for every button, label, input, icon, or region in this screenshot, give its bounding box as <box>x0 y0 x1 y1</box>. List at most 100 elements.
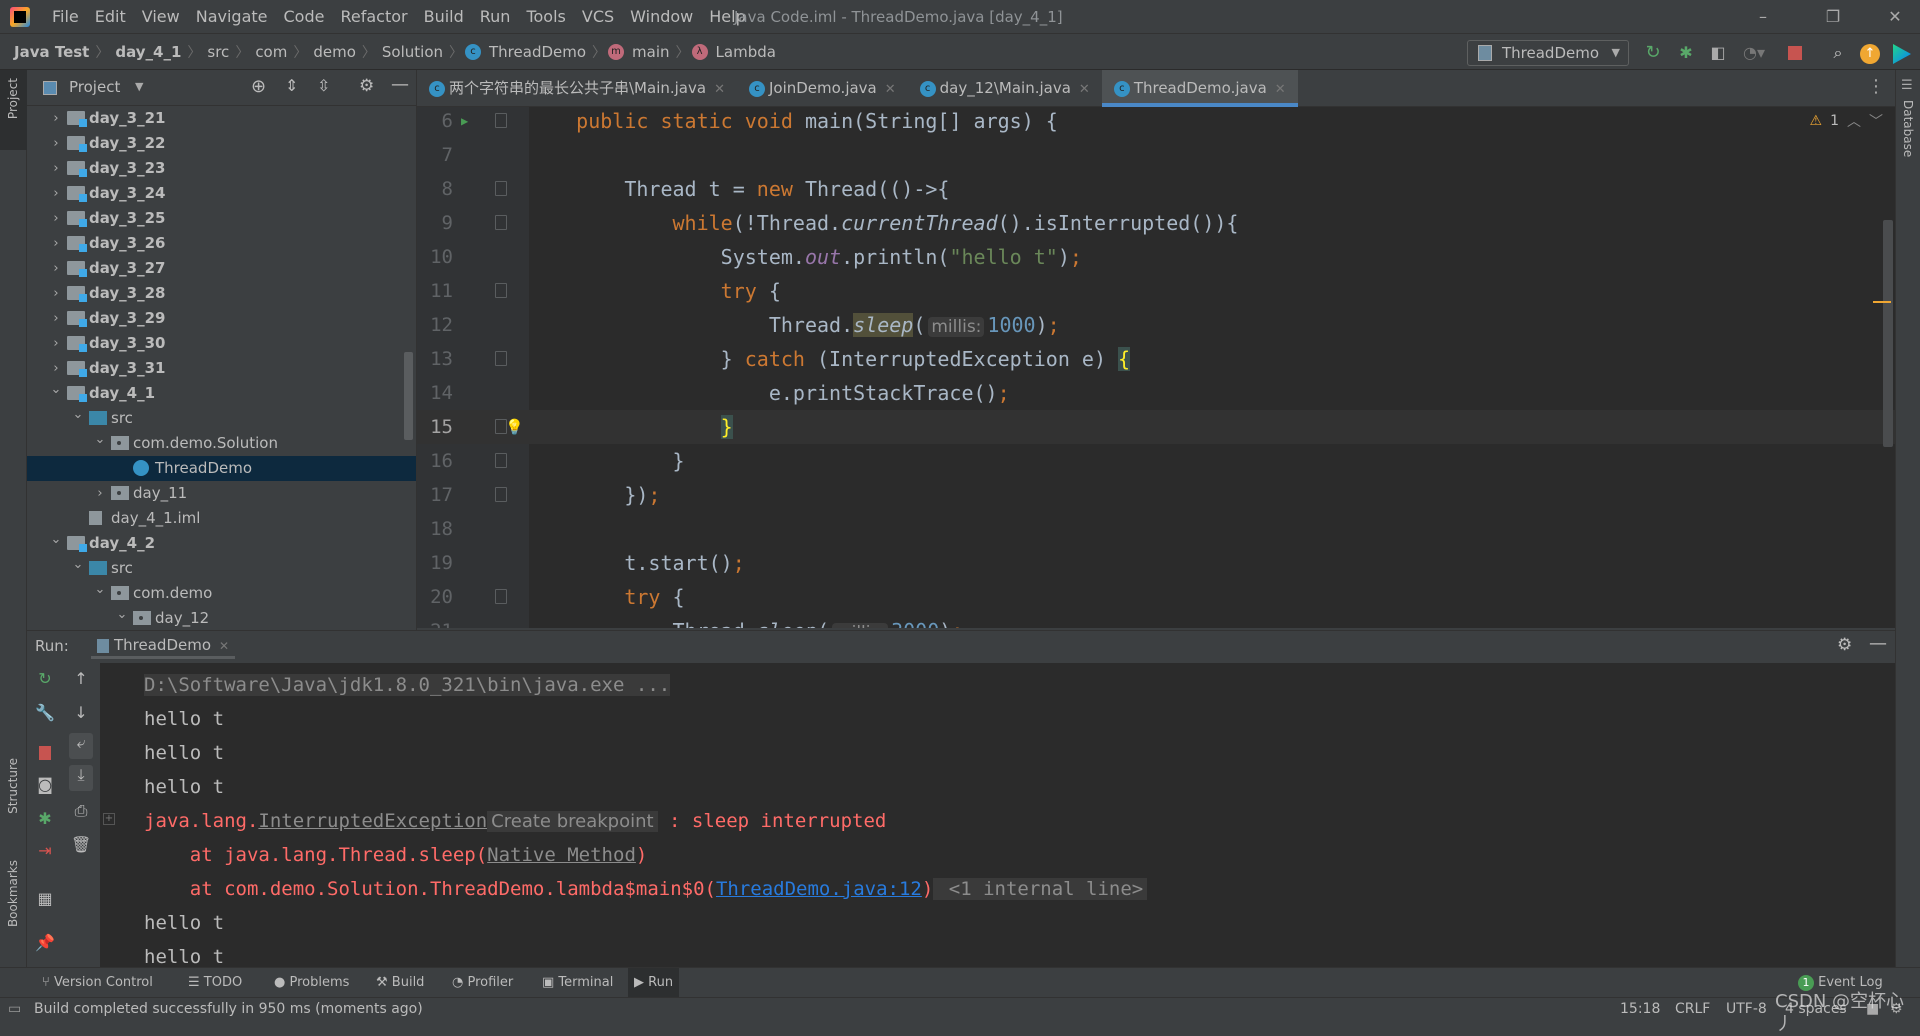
code-editor[interactable]: 6 ▶ public static void main(String[] args… <box>417 107 1895 628</box>
code-line[interactable]: 15 💡 } <box>417 410 1895 444</box>
code-line[interactable]: 20 try { <box>417 580 1895 614</box>
tree-item[interactable]: ⌄ day_4_2 <box>27 531 416 556</box>
tree-item[interactable]: › day_3_29 <box>27 306 416 331</box>
fold-marker-icon[interactable] <box>495 487 507 502</box>
code-line[interactable]: 11 try { <box>417 274 1895 308</box>
soft-wrap-icon[interactable]: ⤶ <box>69 733 93 759</box>
chevron-down-icon[interactable]: ⌄ <box>115 602 129 627</box>
menu-window[interactable]: Window <box>622 0 701 34</box>
code-line[interactable]: 18 <box>417 512 1895 546</box>
file-encoding[interactable]: UTF-8 <box>1726 998 1767 1021</box>
coverage-icon[interactable]: ◧ <box>1707 42 1729 64</box>
exit-icon[interactable]: ⇥ <box>35 841 55 861</box>
tree-item[interactable]: › day_3_25 <box>27 206 416 231</box>
chevron-right-icon[interactable]: › <box>49 331 63 356</box>
locate-icon[interactable]: ⊕ <box>251 76 266 97</box>
chevron-right-icon[interactable]: › <box>49 256 63 281</box>
breadcrumb-lambda[interactable]: Lambda <box>712 34 780 70</box>
rerun-icon[interactable]: ↻ <box>1642 42 1664 64</box>
tree-item[interactable]: › day_3_26 <box>27 231 416 256</box>
run-configuration-dropdown[interactable]: ThreadDemo ▼ <box>1467 40 1629 66</box>
lightbulb-icon[interactable]: 💡 <box>505 410 524 444</box>
stacktrace-link[interactable]: ThreadDemo.java:12 <box>716 878 922 900</box>
debug-icon[interactable]: ✱ <box>1675 42 1697 64</box>
menu-view[interactable]: View <box>134 0 188 34</box>
create-breakpoint-hint[interactable]: Create breakpoint <box>487 811 658 832</box>
menu-tools[interactable]: Tools <box>518 0 573 34</box>
tree-item[interactable]: › day_3_30 <box>27 331 416 356</box>
run-tab-threaddemo[interactable]: ThreadDemo ✕ <box>91 631 236 659</box>
chevron-right-icon[interactable]: › <box>49 181 63 206</box>
tool-run[interactable]: ▶ Run <box>628 968 680 998</box>
project-tool-button[interactable]: Project <box>0 70 27 150</box>
console-text[interactable]: InterruptedException <box>258 810 487 832</box>
minimize-button[interactable]: – <box>1740 0 1786 34</box>
tree-item[interactable]: › day_3_22 <box>27 131 416 156</box>
breadcrumb-class[interactable]: ThreadDemo <box>485 34 590 70</box>
menu-vcs[interactable]: VCS <box>574 0 622 34</box>
arrow-down-icon[interactable]: ↓ <box>71 703 91 723</box>
code-line[interactable]: 21 Thread.sleep(millis:3000); <box>417 614 1895 628</box>
line-separator[interactable]: CRLF <box>1675 998 1710 1021</box>
menu-build[interactable]: Build <box>416 0 472 34</box>
console-text[interactable]: Native Method <box>487 844 636 866</box>
tool-terminal[interactable]: ▣ Terminal <box>536 968 619 998</box>
code-line[interactable]: 7 <box>417 138 1895 172</box>
search-icon[interactable]: ⌕ <box>1827 42 1849 64</box>
tool-build[interactable]: ⚒ Build <box>370 968 430 998</box>
tree-item[interactable]: › day_3_27 <box>27 256 416 281</box>
console-text[interactable]: <1 internal line> <box>933 878 1148 900</box>
chevron-right-icon[interactable]: › <box>49 131 63 156</box>
gear-icon[interactable]: ⚙ <box>1837 635 1852 655</box>
fold-marker-icon[interactable] <box>495 181 507 196</box>
close-icon[interactable]: ✕ <box>885 82 896 97</box>
tree-item[interactable]: › day_3_21 <box>27 106 416 131</box>
chevron-right-icon[interactable]: › <box>49 231 63 256</box>
tree-item[interactable]: › day_3_28 <box>27 281 416 306</box>
console-output[interactable]: + D:\Software\Java\jdk1.8.0_321\bin\java… <box>100 663 1895 968</box>
breadcrumb-src[interactable]: src <box>203 34 233 70</box>
gear-icon[interactable]: ⚙ <box>359 76 374 96</box>
tree-item[interactable]: ThreadDemo <box>27 456 416 481</box>
tree-item[interactable]: › day_11 <box>27 481 416 506</box>
editor-scrollbar[interactable] <box>1883 220 1893 447</box>
trash-icon[interactable]: 🗑 <box>71 835 91 855</box>
bookmarks-tool-button[interactable]: Bookmarks <box>6 860 20 927</box>
expand-all-icon[interactable]: ⇕ <box>285 76 298 95</box>
breadcrumb-demo[interactable]: demo <box>309 34 360 70</box>
tree-item[interactable]: day_4_1.iml <box>27 506 416 531</box>
fold-marker-icon[interactable] <box>495 283 507 298</box>
menu-run[interactable]: Run <box>472 0 519 34</box>
chevron-right-icon[interactable]: › <box>49 306 63 331</box>
menu-refactor[interactable]: Refactor <box>332 0 415 34</box>
tree-item[interactable]: › day_3_24 <box>27 181 416 206</box>
tree-item[interactable]: ⌄ day_12 <box>27 606 416 631</box>
caret-position[interactable]: 15:18 <box>1620 998 1660 1021</box>
tree-item[interactable]: ⌄ src <box>27 556 416 581</box>
close-icon[interactable]: ✕ <box>714 82 725 97</box>
fold-marker-icon[interactable] <box>495 215 507 230</box>
code-line[interactable]: 8 Thread t = new Thread(()->{ <box>417 172 1895 206</box>
rerun-icon[interactable]: ↻ <box>35 669 55 689</box>
next-highlight-icon[interactable]: ﹀ <box>1869 111 1883 131</box>
code-line[interactable]: 6 ▶ public static void main(String[] args… <box>417 107 1895 138</box>
layout-icon[interactable]: ▦ <box>35 889 55 909</box>
breadcrumb-module[interactable]: day_4_1 <box>111 34 185 70</box>
chevron-right-icon[interactable]: › <box>49 106 63 131</box>
tool-version-control[interactable]: ⑂ Version Control <box>36 968 159 998</box>
tool-profiler[interactable]: ◔ Profiler <box>446 968 519 998</box>
code-line[interactable]: 19 t.start(); <box>417 546 1895 580</box>
tree-item[interactable]: › day_3_23 <box>27 156 416 181</box>
fold-marker-icon[interactable] <box>495 113 507 128</box>
fold-marker-icon[interactable] <box>495 351 507 366</box>
tool-problems[interactable]: ● Problems <box>268 968 355 998</box>
breadcrumb-method[interactable]: main <box>628 34 673 70</box>
profile-icon[interactable]: ◔▾ <box>1740 42 1768 64</box>
chevron-down-icon[interactable]: ⌄ <box>71 552 85 577</box>
arrow-up-icon[interactable]: ↑ <box>71 669 91 689</box>
tab-day12-main[interactable]: c day_12\Main.java ✕ <box>908 70 1102 106</box>
chevron-right-icon[interactable]: › <box>49 206 63 231</box>
tree-item[interactable]: › day_3_31 <box>27 356 416 381</box>
stop-icon[interactable] <box>1788 46 1802 60</box>
stop-icon[interactable] <box>39 746 51 760</box>
